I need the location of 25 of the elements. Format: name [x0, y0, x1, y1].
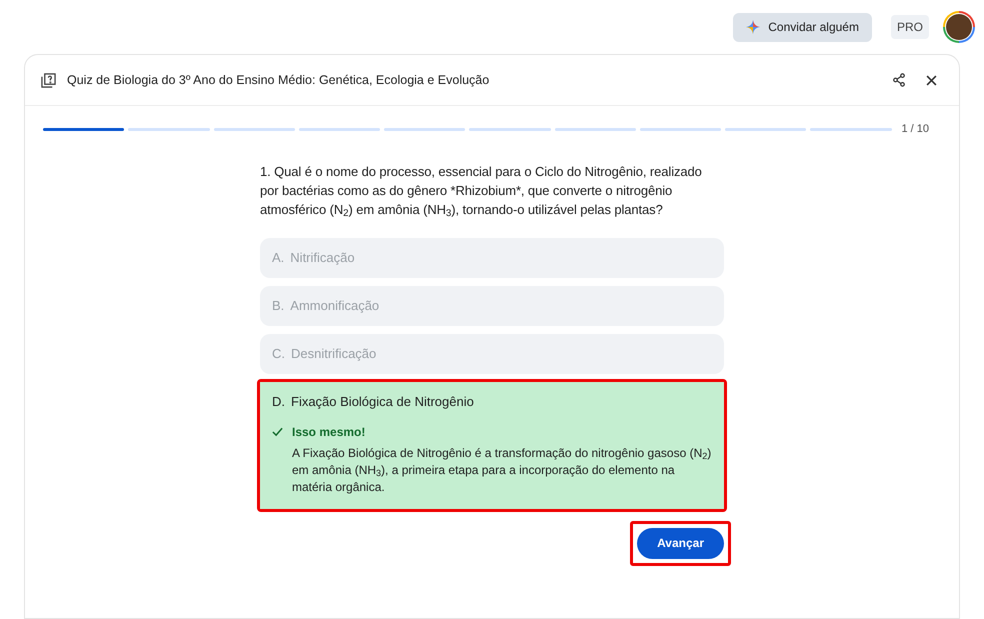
close-icon [926, 74, 936, 86]
feedback-text: A Fixação Biológica de Nitrogênio é a transformação do nitrogênio gasoso (N$_{2}$) em amônia (NH$_{3}$), a primeira etapa para a incorporação do elemento na matéria orgânica. [292, 444, 712, 496]
option-text: Fixação Biológica de Nitrogênio [291, 392, 474, 410]
answer-option[interactable]: B. Ammonificação [260, 286, 724, 326]
option-letter: D. [272, 392, 285, 410]
option-text: Desnitrificação [291, 344, 376, 362]
avatar[interactable] [943, 11, 975, 43]
share-icon [892, 73, 906, 87]
option-letter: A. [272, 248, 284, 266]
option-text: Nitrificação [290, 248, 355, 266]
option-text: Ammonificação [290, 296, 380, 314]
answer-option[interactable]: C. Desnitrificação [260, 334, 724, 374]
invite-button[interactable]: Convidar alguém [733, 12, 872, 42]
sparkle-icon [746, 20, 760, 34]
answer-option[interactable]: A. Nitrificação [260, 238, 724, 278]
checkmark-icon [272, 426, 283, 436]
progress-counter: 1 / 10 [901, 122, 929, 137]
question-text: 1. Qual é o nome do processo, essencial para o Ciclo do Nitrogênio, realizado por bactérias como as do gênero *Rhizobium*, que converte o nitrogênio atmosférico (N$_{2}$) em amônia (NH$_{3}$), tornando-o utilizável pelas plantas? [260, 162, 703, 218]
option-letter: C. [272, 344, 285, 362]
quiz-title: Quiz de Biologia do 3º Ano do Ensino Médio: Genética, Ecologia e Evolução [67, 72, 490, 89]
next-button[interactable]: Avançar [637, 528, 724, 558]
feedback-title: Isso mesmo! [292, 424, 366, 440]
plan-badge: PRO [890, 15, 929, 39]
quiz-icon [41, 72, 56, 88]
option-letter: B. [272, 296, 284, 314]
